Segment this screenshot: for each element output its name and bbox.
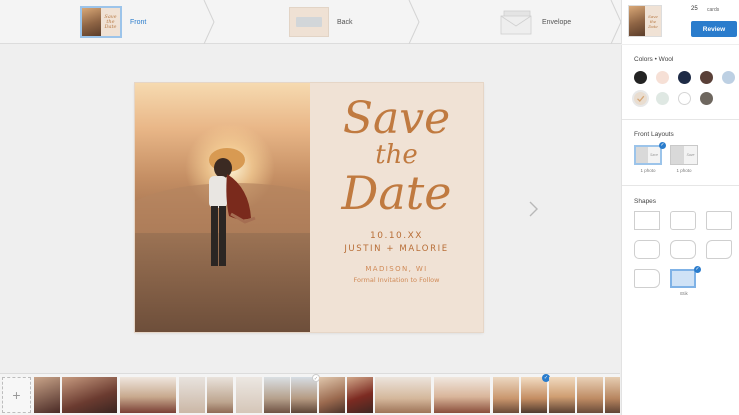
photo-thumbnail[interactable]: [34, 377, 60, 413]
shape-rounded[interactable]: [670, 211, 696, 230]
photo-thumbnail[interactable]: ✓: [291, 374, 320, 413]
couple-figure: [209, 148, 256, 266]
event-date: 10.10.XX: [370, 231, 423, 241]
layouts-title: Front Layouts: [634, 131, 674, 138]
photo-thumbnail[interactable]: [120, 377, 176, 413]
layout-option-1[interactable]: Save: [634, 145, 662, 165]
shape-extra-rounded[interactable]: [634, 240, 660, 259]
event-location: MADISON, WI: [365, 265, 428, 273]
checkmark-icon: [637, 95, 645, 102]
layout-option-2[interactable]: Save: [670, 145, 698, 165]
photo-strip: + ✓ ✓: [0, 373, 620, 415]
color-swatch-navy[interactable]: [678, 71, 691, 84]
photo-thumbnail[interactable]: [236, 377, 262, 413]
photo-thumbnail[interactable]: [549, 377, 575, 413]
color-swatch-white[interactable]: [678, 92, 691, 105]
color-swatch-tan[interactable]: [634, 92, 647, 105]
photo-thumbnail[interactable]: [434, 377, 490, 413]
photo-thumbnail[interactable]: [375, 377, 431, 413]
back-thumbnail: [289, 7, 329, 37]
color-swatch-black[interactable]: [634, 71, 647, 84]
step-separator: [408, 0, 420, 44]
layout-caption: 1 photo: [640, 168, 656, 173]
shape-rectangle[interactable]: [634, 211, 660, 230]
photo-thumbnail[interactable]: [347, 377, 373, 413]
selected-check-icon: ✓: [694, 266, 701, 273]
photo-thumbnail[interactable]: [319, 377, 345, 413]
step-separator: [203, 0, 215, 44]
photo-thumbnail[interactable]: [605, 377, 620, 413]
color-swatch-light-blue[interactable]: [722, 71, 735, 84]
step-back-label: Back: [337, 18, 353, 26]
headline-date: Date: [341, 166, 452, 220]
card-text-area[interactable]: Save the Date 10.10.XX JUSTIN + MALORIE …: [310, 83, 483, 332]
step-bar: Save the Date Front Back Envelope Save the D…: [0, 0, 739, 44]
formal-note: Formal Invitation to Follow: [353, 276, 440, 284]
options-panel: Colors • Wool Front Layouts Save ✓ 1 pho…: [621, 45, 739, 415]
photo-thumbnail[interactable]: ✓: [521, 374, 550, 413]
shape-ticket[interactable]: [634, 269, 660, 288]
quantity-unit: cards: [707, 7, 720, 13]
review-button[interactable]: Review: [691, 21, 737, 37]
add-photo-button[interactable]: +: [2, 377, 31, 413]
order-thumbnail: Save the Date: [628, 5, 662, 37]
selected-check-icon: ✓: [659, 142, 666, 149]
photo-thumbnail[interactable]: [179, 377, 205, 413]
photo-thumbnail[interactable]: [264, 377, 290, 413]
design-canvas: Save the Date 10.10.XX JUSTIN + MALORIE …: [0, 45, 620, 373]
step-front[interactable]: Save the Date Front: [80, 0, 146, 44]
chevron-right-icon[interactable]: [527, 200, 539, 218]
order-summary: Save the Date 25 cards Review: [621, 0, 739, 44]
card-photo[interactable]: [135, 83, 310, 332]
shapes-title: Shapes: [634, 198, 657, 205]
shape-leaf[interactable]: [706, 240, 732, 259]
photo-thumbnail[interactable]: [493, 377, 519, 413]
colors-title: Colors • Wool: [634, 56, 674, 63]
step-front-label: Front: [130, 18, 147, 26]
section-divider: [622, 119, 739, 120]
couple-names: JUSTIN + MALORIE: [344, 244, 449, 254]
step-envelope-label: Envelope: [542, 18, 572, 26]
photo-thumbnail[interactable]: [62, 377, 117, 413]
color-swatch-blush[interactable]: [656, 71, 669, 84]
layout-caption: 1 photo: [676, 168, 692, 173]
color-swatch-brown[interactable]: [700, 71, 713, 84]
shape-soft-corner[interactable]: [706, 211, 732, 230]
front-thumbnail: Save the Date: [80, 6, 122, 38]
shape-caption: Etik: [680, 291, 688, 296]
quantity-value[interactable]: 25: [691, 6, 698, 12]
headline-save: Save: [342, 93, 451, 144]
photo-thumbnail[interactable]: [207, 377, 233, 413]
shape-etik[interactable]: [670, 269, 696, 288]
envelope-icon: [500, 10, 532, 35]
step-back[interactable]: Back: [289, 0, 353, 44]
photo-thumbnail[interactable]: [577, 377, 603, 413]
shape-pill[interactable]: [670, 240, 696, 259]
card-front-preview[interactable]: Save the Date 10.10.XX JUSTIN + MALORIE …: [135, 83, 483, 332]
section-divider: [622, 185, 739, 186]
color-swatch-taupe[interactable]: [700, 92, 713, 105]
color-swatch-mint[interactable]: [656, 92, 669, 105]
step-envelope[interactable]: Envelope: [500, 0, 571, 44]
headline-the: the: [375, 140, 418, 170]
